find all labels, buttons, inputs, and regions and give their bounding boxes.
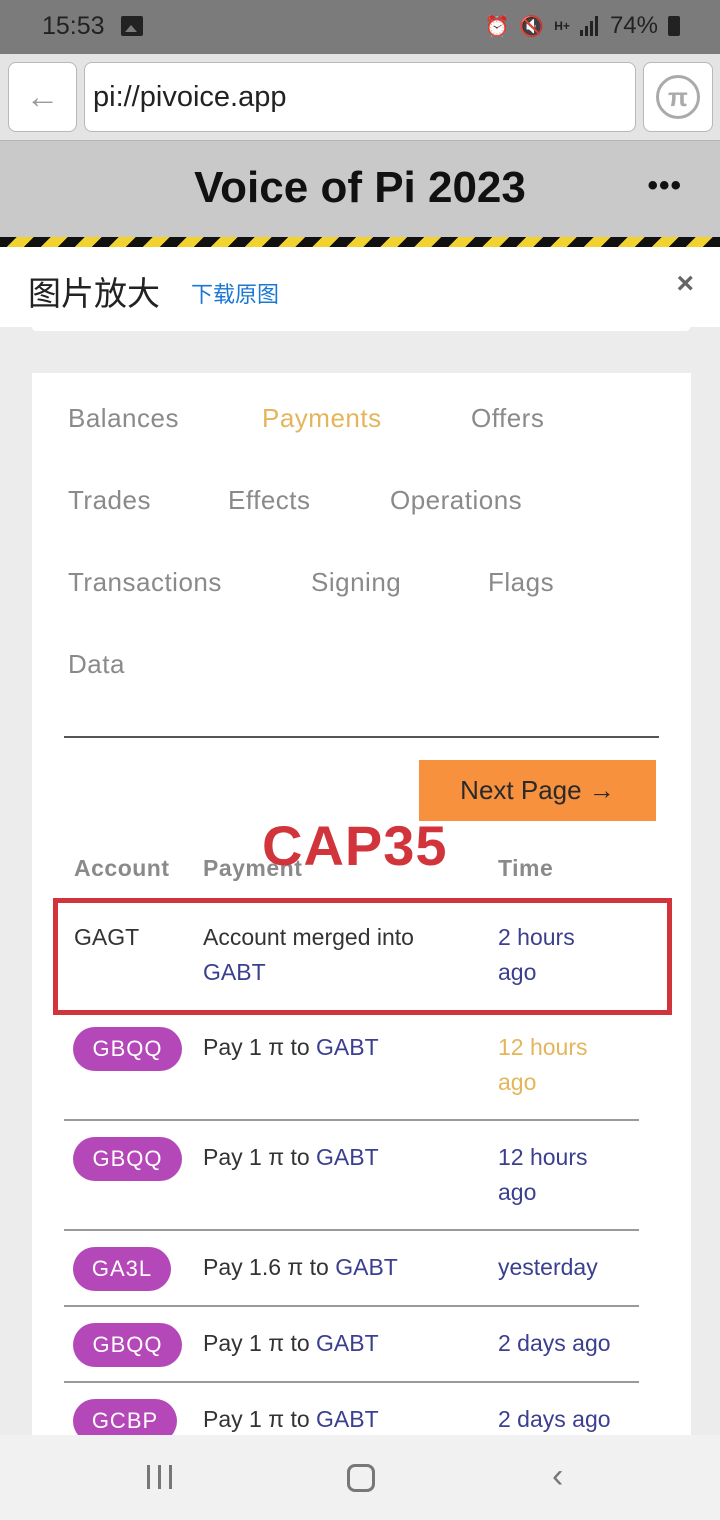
- row-4-time: 2 days ago: [498, 1326, 611, 1361]
- system-navigation-bar: ‹: [0, 1435, 720, 1520]
- tab-balances[interactable]: Balances: [68, 403, 179, 434]
- payment-destination-link[interactable]: GABT: [316, 1144, 379, 1170]
- payment-destination-link[interactable]: GABT: [316, 1330, 379, 1356]
- payment-text: Pay 1 π to: [203, 1330, 310, 1356]
- tabs-divider: [64, 736, 659, 738]
- tab-signing[interactable]: Signing: [311, 567, 401, 598]
- image-top-edge: [32, 327, 690, 331]
- account-badge[interactable]: GBQQ: [73, 1027, 182, 1071]
- explorer-card: Balances Payments Offers Trades Effects …: [32, 373, 691, 1435]
- recent-apps-icon[interactable]: [147, 1465, 175, 1489]
- payment-destination-link[interactable]: GABT: [203, 955, 414, 990]
- image-viewer-header: 图片放大 下载原图 ×: [0, 247, 720, 327]
- row-5-payment: Pay 1 π to GABT: [203, 1402, 379, 1435]
- alarm-icon: ⏰: [484, 15, 510, 38]
- account-badge[interactable]: GA3L: [73, 1247, 171, 1291]
- tab-transactions[interactable]: Transactions: [68, 567, 222, 598]
- row-0-account: GAGT: [74, 924, 140, 950]
- payment-destination-link[interactable]: GABT: [335, 1254, 398, 1280]
- row-divider: [64, 1119, 639, 1121]
- time-line-1: yesterday: [498, 1254, 598, 1280]
- payment-destination-link[interactable]: GABT: [316, 1406, 379, 1432]
- arrow-left-icon: ←: [25, 78, 60, 116]
- payment-text: Pay 1.6 π to: [203, 1254, 329, 1280]
- payment-destination-link[interactable]: GABT: [316, 1034, 379, 1060]
- payment-text: Pay 1 π to: [203, 1406, 310, 1432]
- next-page-button[interactable]: Next Page →: [419, 760, 656, 821]
- download-original-link[interactable]: 下载原图: [191, 277, 279, 309]
- account-badge[interactable]: GBQQ: [73, 1323, 182, 1367]
- network-type-icon: H+: [554, 19, 570, 33]
- time-line-1: 2 hours: [498, 924, 575, 950]
- pi-logo-icon: π: [656, 75, 700, 119]
- enlarged-image: Balances Payments Offers Trades Effects …: [0, 327, 720, 1435]
- app-header: Voice of Pi 2023 •••: [0, 140, 720, 237]
- tab-operations[interactable]: Operations: [390, 485, 522, 516]
- tab-trades[interactable]: Trades: [68, 485, 151, 516]
- address-bar: ← pi://pivoice.app π: [0, 54, 720, 140]
- row-1-time: 12 hours ago: [498, 1030, 588, 1100]
- signal-icon: [579, 16, 600, 36]
- battery-percent: 74%: [609, 12, 658, 39]
- tab-payments[interactable]: Payments: [262, 403, 382, 434]
- hazard-stripe: [0, 237, 720, 247]
- battery-icon: [668, 16, 680, 36]
- time-line-1: 12 hours: [498, 1034, 588, 1060]
- payment-text: Pay 1 π to: [203, 1034, 310, 1060]
- close-icon[interactable]: ×: [676, 267, 694, 301]
- row-0-time: 2 hours ago: [498, 920, 575, 990]
- row-3-time: yesterday: [498, 1250, 598, 1285]
- watermark: CAP35: [262, 814, 448, 877]
- row-divider: [64, 1305, 639, 1307]
- column-header-account: Account: [74, 855, 170, 881]
- home-icon[interactable]: [347, 1464, 375, 1492]
- row-0-payment: Account merged into GABT: [203, 920, 414, 990]
- url-field[interactable]: pi://pivoice.app: [84, 62, 636, 132]
- row-divider: [64, 1229, 639, 1231]
- time-line-1: 2 days ago: [498, 1406, 611, 1432]
- time-line-1: 2 days ago: [498, 1330, 611, 1356]
- time-line-2: ago: [498, 959, 537, 985]
- gallery-icon: [121, 16, 143, 36]
- screen: 15:53 ⏰ 🔇 H+ 74% ← pi://pivoice.app π Vo…: [0, 0, 720, 1520]
- time-line-2: ago: [498, 1069, 537, 1095]
- back-button[interactable]: ←: [8, 62, 77, 132]
- payment-text: Pay 1 π to: [203, 1144, 310, 1170]
- status-time: 15:53: [42, 12, 105, 40]
- app-title: Voice of Pi 2023: [194, 163, 526, 212]
- mute-icon: 🔇: [519, 15, 545, 38]
- row-3-payment: Pay 1.6 π to GABT: [203, 1250, 398, 1285]
- more-menu-icon[interactable]: •••: [647, 169, 682, 203]
- row-4-payment: Pay 1 π to GABT: [203, 1326, 379, 1361]
- status-icons: ⏰ 🔇 H+ 74%: [484, 12, 680, 40]
- row-2-time: 12 hours ago: [498, 1140, 588, 1210]
- row-divider: [64, 1381, 639, 1383]
- tab-flags[interactable]: Flags: [488, 567, 554, 598]
- pi-browser-button[interactable]: π: [643, 62, 713, 132]
- tab-data[interactable]: Data: [68, 649, 125, 680]
- status-bar: 15:53 ⏰ 🔇 H+ 74%: [0, 0, 720, 54]
- row-1-payment: Pay 1 π to GABT: [203, 1030, 379, 1065]
- account-badge[interactable]: GBQQ: [73, 1137, 182, 1181]
- back-nav-icon[interactable]: ‹: [552, 1457, 563, 1496]
- account-badge[interactable]: GCBP: [73, 1399, 177, 1435]
- image-viewer-title: 图片放大: [28, 275, 160, 312]
- tab-effects[interactable]: Effects: [228, 485, 311, 516]
- payment-text: Account merged into: [203, 924, 414, 950]
- time-line-1: 12 hours: [498, 1144, 588, 1170]
- tab-offers[interactable]: Offers: [471, 403, 544, 434]
- row-5-time: 2 days ago: [498, 1402, 611, 1435]
- column-header-time: Time: [498, 855, 554, 881]
- time-line-2: ago: [498, 1179, 537, 1205]
- row-2-payment: Pay 1 π to GABT: [203, 1140, 379, 1175]
